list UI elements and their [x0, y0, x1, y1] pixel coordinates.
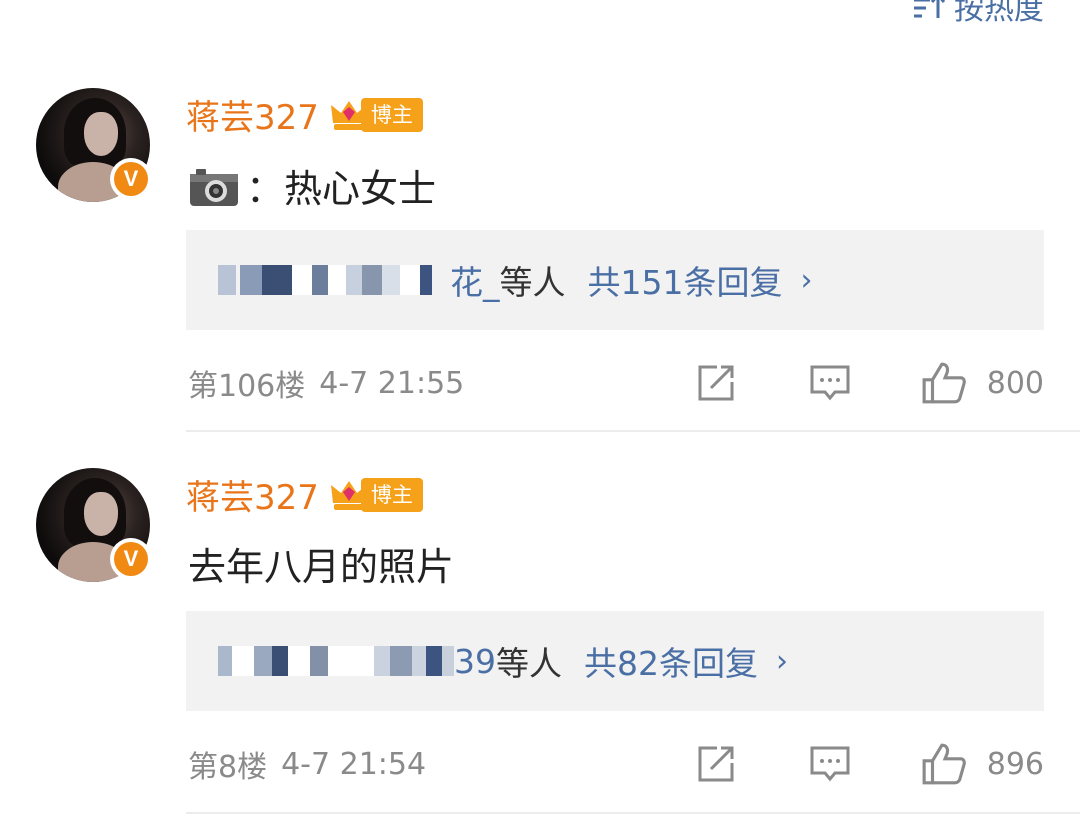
comment-content: 去年八月的照片: [188, 538, 455, 589]
blogger-badge: 博主: [329, 475, 423, 515]
timestamp: 4-7 21:55: [319, 365, 465, 401]
share-icon[interactable]: [695, 743, 737, 785]
chevron-right-icon: ›: [776, 643, 788, 679]
blurred-names: [218, 641, 454, 681]
like-button[interactable]: 800: [921, 361, 1044, 405]
reply-name-suffix: 花_: [450, 263, 500, 302]
reply-count[interactable]: 共82条回复: [584, 637, 758, 685]
like-button[interactable]: 896: [921, 742, 1044, 786]
divider: [186, 430, 1080, 432]
reply-others: 等人: [496, 644, 562, 683]
name-row: 蒋芸327 博主: [186, 470, 423, 519]
reply-preview[interactable]: 花_ 等人 共151条回复 ›: [186, 230, 1044, 330]
sort-label: 按热度: [954, 0, 1044, 27]
comment-icon[interactable]: [809, 743, 851, 785]
avatar[interactable]: V: [36, 88, 152, 202]
floor-number: 第8楼: [188, 750, 268, 785]
chevron-right-icon: ›: [800, 262, 813, 298]
verified-icon: V: [110, 538, 152, 580]
reply-count[interactable]: 共151条回复: [588, 256, 783, 304]
badge-label: 博主: [360, 97, 423, 132]
reply-name-suffix: 39: [454, 641, 496, 681]
name-row: 蒋芸327 博主: [186, 90, 423, 139]
camera-icon: [190, 168, 238, 206]
like-count: 800: [986, 365, 1044, 401]
username[interactable]: 蒋芸327: [186, 470, 319, 519]
comment-icon[interactable]: [809, 362, 851, 404]
comment-text: ：热心女士: [246, 167, 437, 211]
share-icon[interactable]: [695, 362, 737, 404]
comment-meta: 第106楼 4-7 21:55 800: [188, 361, 1044, 405]
timestamp: 4-7 21:54: [281, 746, 427, 782]
badge-label: 博主: [360, 477, 423, 512]
sort-icon: [914, 0, 946, 18]
like-count: 896: [986, 746, 1044, 782]
sort-by-hotness[interactable]: 按热度: [912, 0, 1044, 27]
comment-meta: 第8楼 4-7 21:54 896: [188, 742, 1044, 786]
reply-preview[interactable]: 39 等人 共82条回复 ›: [186, 611, 1044, 711]
divider: [186, 812, 1080, 814]
thumbs-up-icon: [922, 743, 966, 785]
verified-icon: V: [110, 158, 152, 200]
comment-text: 去年八月的照片: [188, 544, 455, 589]
comment-content: ：热心女士: [188, 158, 436, 213]
username[interactable]: 蒋芸327: [186, 90, 319, 139]
blurred-names: [218, 260, 432, 300]
reply-others: 等人: [499, 263, 566, 302]
blogger-badge: 博主: [329, 95, 423, 135]
thumbs-up-icon: [922, 362, 966, 404]
avatar[interactable]: V: [36, 468, 152, 582]
floor-number: 第106楼: [188, 369, 306, 404]
